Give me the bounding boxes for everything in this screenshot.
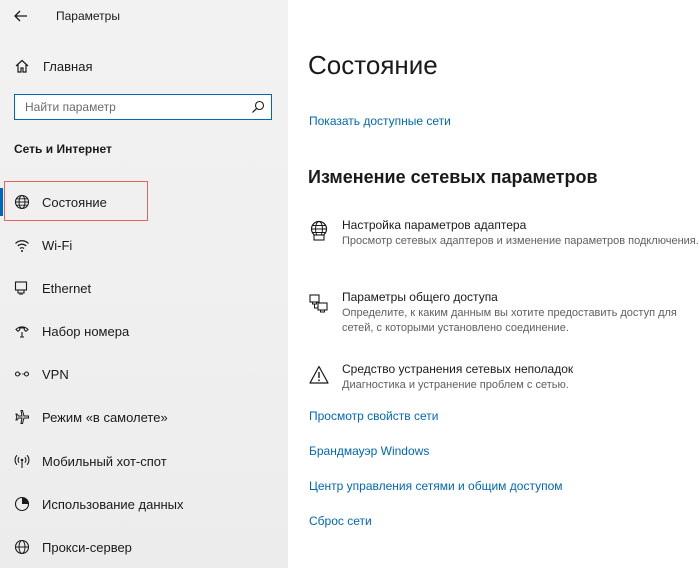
sidebar-item-label: Wi-Fi — [42, 238, 73, 253]
sidebar-item-label: Мобильный хот-спот — [42, 454, 167, 469]
setting-title: Настройка параметров адаптера — [342, 218, 527, 232]
sidebar-item-label: Главная — [43, 59, 93, 74]
setting-title: Параметры общего доступа — [342, 290, 498, 304]
sidebar-item-label: Набор номера — [42, 324, 130, 339]
proxy-icon — [14, 539, 30, 555]
sidebar-item-dialup[interactable]: Набор номера — [0, 313, 288, 349]
adapter-settings-item[interactable]: Настройка параметров адаптера Просмотр с… — [308, 218, 700, 264]
sidebar-item-label: VPN — [42, 367, 69, 382]
wifi-icon — [15, 240, 29, 252]
sidebar-item-ethernet[interactable]: Ethernet — [0, 270, 288, 306]
sidebar: Параметры Главная Сеть и Интернет Состоя… — [0, 0, 288, 568]
vpn-icon — [14, 371, 30, 377]
sidebar-item-label: Режим «в самолете» — [42, 410, 168, 425]
network-reset-link[interactable]: Сброс сети — [309, 514, 372, 528]
main-content: Состояние Показать доступные сети Измене… — [288, 0, 700, 568]
app-title: Параметры — [56, 9, 120, 23]
selection-indicator — [0, 188, 3, 216]
data-usage-icon — [14, 496, 30, 512]
troubleshooter-item[interactable]: Средство устранения сетевых неполадок Ди… — [308, 362, 700, 394]
setting-title: Средство устранения сетевых неполадок — [342, 362, 574, 376]
sidebar-item-mobile-hotspot[interactable]: Мобильный хот-спот — [0, 443, 288, 479]
sidebar-item-label: Прокси-сервер — [42, 540, 132, 555]
airplane-icon — [15, 410, 29, 424]
sidebar-item-home[interactable]: Главная — [0, 52, 288, 80]
title-bar: Параметры — [0, 0, 288, 32]
ethernet-icon — [14, 281, 28, 295]
search-input[interactable] — [25, 98, 245, 116]
network-properties-link[interactable]: Просмотр свойств сети — [309, 409, 438, 423]
page-title: Состояние — [308, 50, 438, 80]
back-button[interactable] — [8, 4, 34, 28]
sidebar-item-status[interactable]: Состояние — [0, 184, 288, 220]
search-icon[interactable] — [251, 100, 265, 114]
search-box[interactable] — [14, 94, 272, 120]
home-icon — [15, 59, 29, 73]
sidebar-item-label: Состояние — [42, 195, 107, 210]
sidebar-item-wifi[interactable]: Wi-Fi — [0, 227, 288, 263]
sidebar-item-label: Использование данных — [42, 497, 184, 512]
back-arrow-icon — [14, 10, 27, 22]
windows-firewall-link[interactable]: Брандмауэр Windows — [309, 444, 429, 458]
adapter-icon — [310, 220, 328, 241]
hotspot-icon — [14, 454, 30, 468]
section-title: Сеть и Интернет — [14, 142, 112, 156]
sidebar-item-label: Ethernet — [42, 281, 92, 296]
dialup-icon — [15, 326, 29, 338]
sidebar-item-data-usage[interactable]: Использование данных — [0, 486, 288, 522]
section-heading: Изменение сетевых параметров — [308, 167, 598, 187]
sidebar-item-vpn[interactable]: VPN — [0, 356, 288, 392]
setting-description: Определите, к каким данным вы хотите пре… — [342, 307, 677, 334]
network-center-link[interactable]: Центр управления сетями и общим доступом — [309, 479, 563, 493]
setting-description: Диагностика и устранение проблем с сетью… — [342, 379, 569, 391]
globe-icon — [14, 194, 30, 210]
sidebar-item-airplane-mode[interactable]: Режим «в самолете» — [0, 399, 288, 435]
sharing-icon — [309, 294, 328, 313]
warning-icon — [309, 365, 329, 384]
sharing-settings-item[interactable]: Параметры общего доступа Определите, к к… — [308, 290, 700, 336]
setting-description: Просмотр сетевых адаптеров и изменение п… — [342, 235, 699, 247]
sidebar-item-proxy[interactable]: Прокси-сервер — [0, 529, 288, 565]
show-networks-link[interactable]: Показать доступные сети — [309, 114, 451, 128]
